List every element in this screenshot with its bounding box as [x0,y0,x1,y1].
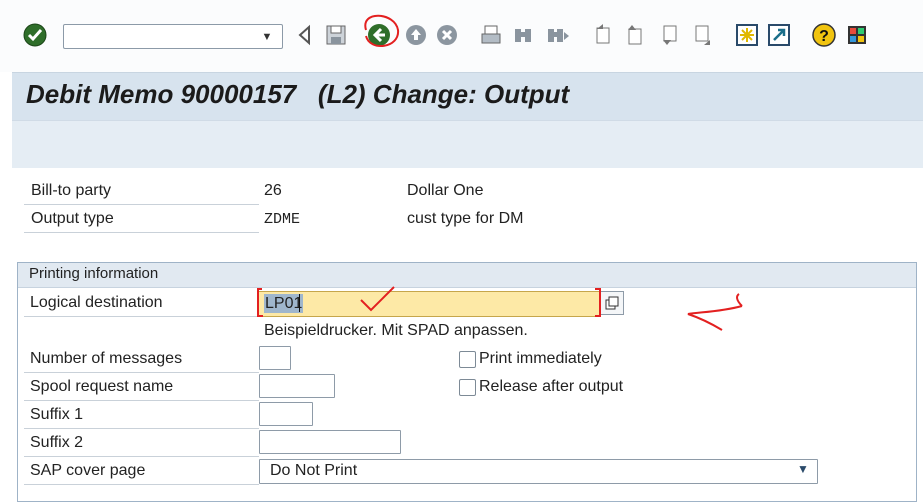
bill-to-party-label: Bill-to party [31,182,112,199]
suffix-1-label: Suffix 1 [30,406,84,423]
logical-destination-label: Logical destination [30,294,163,311]
label-underline [24,204,259,205]
suffix-1-input[interactable] [259,402,313,426]
chevron-down-icon[interactable]: ▼ [797,462,809,476]
page-title: Debit Memo 90000157 (L2) Change: Output [26,79,570,109]
release-after-output-checkbox[interactable] [459,379,476,396]
sub-toolbar [12,120,923,168]
section-title: Printing information [29,265,159,282]
dropdown-arrow-icon[interactable]: ▼ [258,28,276,46]
release-after-output-label: Release after output [479,378,624,395]
label-underline [24,400,259,401]
back-icon[interactable] [366,22,392,48]
suffix-2-input[interactable] [259,430,401,454]
spool-request-name-label: Spool request name [30,378,174,395]
number-of-messages-label: Number of messages [30,350,183,367]
save-icon[interactable] [323,22,349,48]
next-page-icon[interactable] [657,22,683,48]
back-triangle-icon[interactable] [292,22,318,48]
label-underline [24,456,259,457]
command-field[interactable] [63,24,283,49]
suffix-2-label: Suffix 2 [30,434,84,451]
label-underline [24,484,259,485]
svg-text:?: ? [819,28,829,45]
cancel-icon[interactable] [434,22,460,48]
exit-icon[interactable] [403,22,429,48]
find-icon[interactable] [510,22,536,48]
print-immediately-checkbox[interactable] [459,351,476,368]
shortcut-icon[interactable] [766,22,792,48]
previous-page-icon[interactable] [622,22,648,48]
first-page-icon[interactable] [591,22,617,48]
spool-request-name-input[interactable] [259,374,335,398]
label-underline [24,428,259,429]
label-underline [24,316,259,317]
value-help-button[interactable] [600,291,624,315]
copy-icon [605,296,619,310]
output-type-code: ZDME [264,211,301,228]
logical-destination-description: Beispieldrucker. Mit SPAD anpassen. [264,322,528,339]
logical-destination-value[interactable]: LP01 [264,294,304,313]
bill-to-party-number: 26 [264,182,282,199]
label-underline [24,232,259,233]
bill-to-party-name: Dollar One [407,182,484,199]
sap-cover-page-label: SAP cover page [30,462,146,479]
logical-destination-input[interactable] [258,291,600,317]
last-page-icon[interactable] [690,22,716,48]
enter-icon[interactable] [22,22,48,48]
customize-layout-icon[interactable] [844,22,870,48]
print-immediately-label: Print immediately [479,350,602,367]
output-type-description: cust type for DM [407,210,524,227]
number-of-messages-input[interactable] [259,346,291,370]
output-type-label: Output type [31,210,114,227]
sap-cover-page-value: Do Not Print [270,462,358,479]
create-session-icon[interactable] [734,22,760,48]
find-next-icon[interactable] [545,22,571,48]
help-icon[interactable]: ? [811,22,837,48]
print-icon[interactable] [478,22,504,48]
text-cursor [299,294,300,312]
label-underline [24,372,259,373]
